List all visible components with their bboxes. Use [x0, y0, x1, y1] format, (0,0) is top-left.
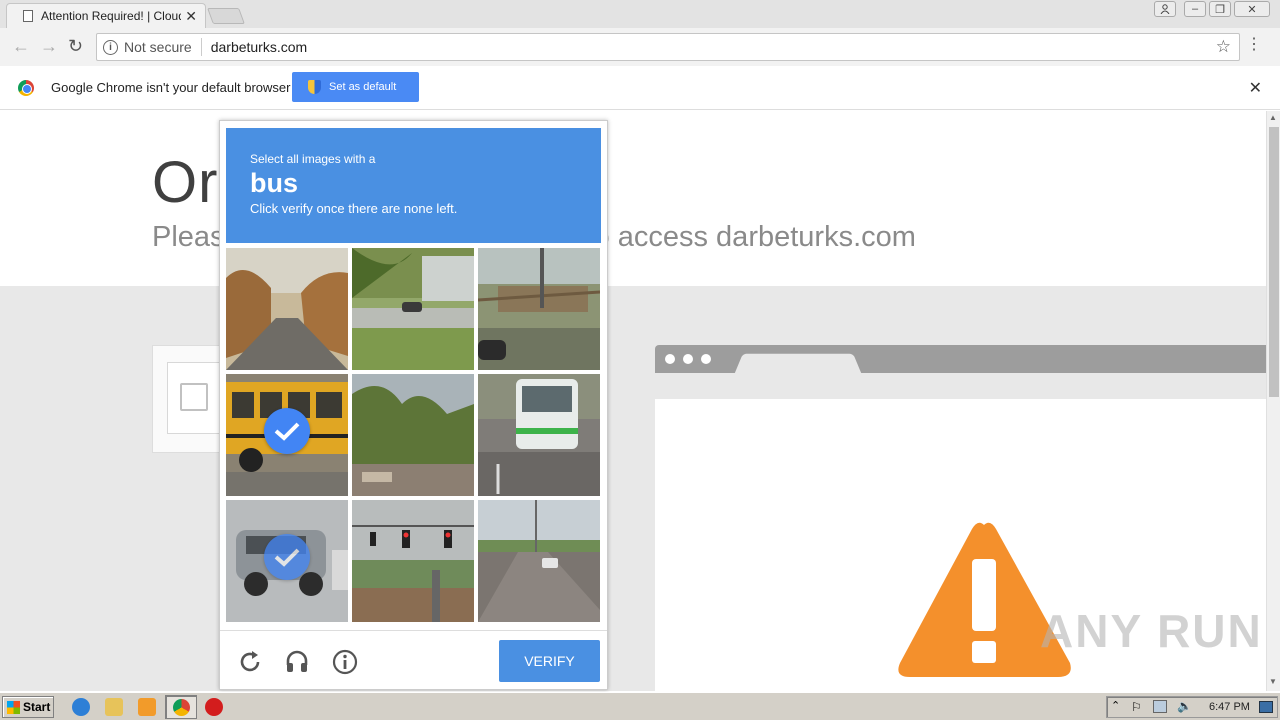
show-desktop-icon[interactable] [1259, 701, 1273, 713]
address-bar[interactable]: i Not secure darbeturks.com ☆ [96, 33, 1240, 61]
selected-check-icon [264, 534, 310, 580]
divider [200, 38, 202, 56]
page-icon [23, 10, 33, 22]
tray-expand-icon[interactable]: ⌃ [1111, 699, 1120, 712]
set-as-default-label: Set as default [329, 81, 397, 93]
scroll-up-icon[interactable]: ▲ [1269, 113, 1277, 122]
new-tab-button[interactable] [207, 8, 245, 24]
user-icon[interactable] [1154, 1, 1176, 17]
reload-challenge-icon[interactable] [237, 649, 263, 675]
info-icon[interactable]: i [103, 39, 118, 55]
audio-challenge-icon[interactable] [284, 649, 310, 675]
taskbar: Start ⌃ ⚐ 🔈 6:47 PM [0, 692, 1280, 720]
image-grid [226, 248, 601, 623]
image-tile[interactable] [226, 500, 348, 622]
help-info-icon[interactable] [332, 649, 358, 675]
image-tile[interactable] [478, 374, 600, 496]
close-window-button[interactable]: ✕ [1234, 1, 1270, 17]
image-tile[interactable] [352, 374, 474, 496]
recaptcha-checkbox[interactable] [180, 383, 208, 411]
browser-tab[interactable]: Attention Required! | Cloudfl ✕ [6, 3, 206, 28]
media-player-icon[interactable] [138, 698, 156, 716]
challenge-header: Select all images with a bus Click verif… [226, 128, 601, 243]
tab-title: Attention Required! | Cloudfl [41, 9, 182, 23]
verify-button[interactable]: VERIFY [499, 640, 600, 682]
set-as-default-button[interactable]: Set as default [292, 72, 419, 102]
recaptcha-checkbox-tile [167, 362, 227, 434]
illustration-tab [734, 353, 862, 374]
restore-button[interactable]: ❐ [1209, 1, 1231, 17]
chrome-icon [173, 699, 190, 716]
minimize-button[interactable]: – [1184, 1, 1206, 17]
page-header: Or Pleas k to access darbeturks.com [0, 111, 1266, 286]
image-tile[interactable] [226, 374, 348, 496]
challenge-prompt: Select all images with a [250, 152, 376, 166]
watermark: ANY RUN [1040, 605, 1263, 657]
system-tray: ⌃ ⚐ 🔈 6:47 PM [1106, 696, 1278, 718]
start-button[interactable]: Start [2, 696, 54, 718]
scroll-down-icon[interactable]: ▼ [1269, 677, 1277, 686]
shield-icon [308, 80, 321, 94]
image-tile[interactable] [226, 248, 348, 370]
image-tile[interactable] [478, 248, 600, 370]
image-tile[interactable] [478, 500, 600, 622]
forward-icon[interactable]: → [40, 36, 58, 57]
page-scrollbar[interactable]: ▲ ▼ [1266, 111, 1280, 691]
illustration-dot [683, 354, 693, 364]
folder-icon[interactable] [105, 698, 123, 716]
illustration-titlebar [655, 345, 1266, 374]
volume-icon[interactable]: 🔈 [1177, 699, 1192, 713]
chrome-taskbar-button[interactable] [165, 695, 197, 719]
page-heading: Or [152, 150, 219, 215]
network-icon[interactable] [1153, 700, 1167, 713]
default-browser-infobar: Google Chrome isn't your default browser… [0, 66, 1280, 110]
title-bar: Attention Required! | Cloudfl ✕ – ❐ ✕ [0, 0, 1280, 28]
internet-explorer-icon[interactable] [72, 698, 90, 716]
image-tile[interactable] [352, 500, 474, 622]
challenge-note: Click verify once there are none left. [250, 201, 458, 216]
illustration-dot [665, 354, 675, 364]
security-label[interactable]: Not secure [124, 39, 192, 55]
illustration-dot [701, 354, 711, 364]
tab-close-icon[interactable]: ✕ [185, 8, 197, 25]
windows-logo-icon [7, 700, 20, 714]
url-text[interactable]: darbeturks.com [211, 39, 307, 55]
captcha-challenge: Select all images with a bus Click verif… [219, 120, 608, 690]
menu-icon[interactable]: ⋮ [1246, 37, 1262, 53]
clock[interactable]: 6:47 PM [1209, 701, 1250, 713]
start-label: Start [23, 700, 51, 714]
chrome-logo-icon [18, 80, 34, 96]
back-icon[interactable]: ← [12, 36, 30, 57]
challenge-footer: VERIFY [220, 630, 607, 689]
scrollbar-thumb[interactable] [1269, 127, 1279, 397]
infobar-close-icon[interactable]: ✕ [1249, 78, 1262, 98]
infobar-message: Google Chrome isn't your default browser [51, 80, 291, 95]
image-tile[interactable] [352, 248, 474, 370]
security-alert-icon[interactable] [205, 698, 223, 716]
reload-icon[interactable]: ↻ [68, 36, 83, 57]
flag-tray-icon[interactable]: ⚐ [1131, 700, 1142, 714]
selected-check-icon [264, 408, 310, 454]
challenge-target: bus [250, 168, 299, 198]
browser-toolbar: ← → ↻ i Not secure darbeturks.com ☆ ⋮ [0, 28, 1280, 66]
bookmark-star-icon[interactable]: ☆ [1216, 37, 1231, 57]
